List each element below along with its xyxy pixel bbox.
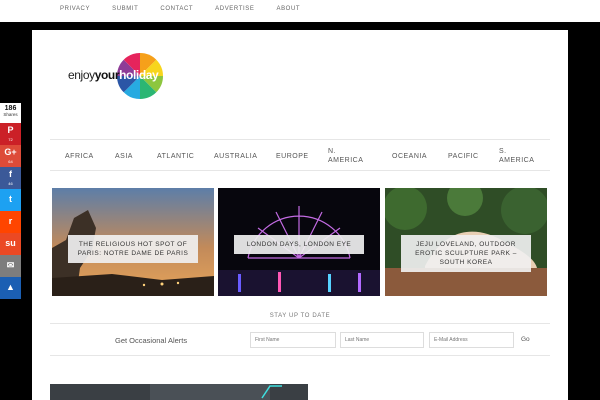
twitter-share-button[interactable]: t	[0, 189, 21, 211]
card-caption[interactable]: THE RELIGIOUS HOT SPOT OF PARIS: NOTRE D…	[68, 235, 198, 263]
featured-card-jeju[interactable]: JEJU LOVELAND, OUTDOOR EROTIC SCULPTURE …	[385, 188, 547, 296]
share-count-pinterest: 72	[8, 137, 13, 142]
top-nav-about[interactable]: ABOUT	[276, 6, 300, 12]
top-nav-submit[interactable]: SUBMIT	[112, 6, 138, 12]
category-asia[interactable]: ASIA	[115, 152, 133, 161]
email-field[interactable]	[429, 332, 514, 348]
share-count-facebook: 46	[8, 181, 13, 186]
top-nav-privacy[interactable]: PRIVACY	[60, 6, 90, 12]
sumome-icon: ▲	[6, 282, 15, 292]
reddit-share-button[interactable]: r	[0, 211, 21, 233]
card-caption[interactable]: LONDON DAYS, LONDON EYE	[234, 235, 364, 254]
googleplus-share-button[interactable]: G+ 64	[0, 145, 21, 167]
category-africa[interactable]: AFRICA	[65, 152, 94, 161]
card-caption[interactable]: JEJU LOVELAND, OUTDOOR EROTIC SCULPTURE …	[401, 235, 531, 272]
share-count: 186 Shares	[0, 103, 21, 123]
email-icon: ✉	[6, 260, 15, 270]
category-n-america[interactable]: N. AMERICA	[328, 147, 363, 165]
top-nav-advertise[interactable]: ADVERTISE	[215, 6, 254, 12]
category-australia[interactable]: AUSTRALIA	[214, 152, 257, 161]
promo-image[interactable]	[50, 384, 308, 400]
category-s-america[interactable]: S. AMERICA	[499, 147, 534, 165]
reddit-icon: r	[8, 216, 13, 226]
share-sidebar: 186 Shares P 72 G+ 64 f 46 t r su ✉ ▲	[0, 103, 21, 299]
last-name-field[interactable]	[340, 332, 424, 348]
share-total: 186	[4, 105, 17, 112]
site-logo[interactable]: enjoyyourholiday	[68, 52, 168, 102]
email-share-button[interactable]: ✉	[0, 255, 21, 277]
category-oceania[interactable]: OCEANIA	[392, 152, 427, 161]
category-atlantic[interactable]: ATLANTIC	[157, 152, 194, 161]
newsletter-label: Get Occasional Alerts	[115, 336, 188, 345]
top-bar: PRIVACY SUBMIT CONTACT ADVERTISE ABOUT	[0, 0, 600, 22]
googleplus-icon: G+	[4, 147, 17, 157]
newsletter-heading-bar: STAY UP TO DATE	[50, 310, 550, 324]
featured-card-paris[interactable]: THE RELIGIOUS HOT SPOT OF PARIS: NOTRE D…	[52, 188, 214, 296]
share-count-googleplus: 64	[8, 159, 13, 164]
category-europe[interactable]: EUROPE	[276, 152, 309, 161]
stumbleupon-icon: su	[5, 238, 16, 248]
share-total-label: Shares	[3, 112, 18, 117]
facebook-icon: f	[9, 169, 12, 179]
category-nav: AFRICA ASIA ATLANTIC AUSTRALIA EUROPE N.…	[50, 139, 550, 171]
top-nav-contact[interactable]: CONTACT	[160, 6, 193, 12]
facebook-share-button[interactable]: f 46	[0, 167, 21, 189]
newsletter-heading: STAY UP TO DATE	[269, 313, 331, 319]
first-name-field[interactable]	[250, 332, 336, 348]
logo-text: enjoyyourholiday	[68, 68, 159, 82]
category-pacific[interactable]: PACIFIC	[448, 152, 479, 161]
pinterest-share-button[interactable]: P 72	[0, 123, 21, 145]
divider	[50, 355, 550, 356]
stumbleupon-share-button[interactable]: su	[0, 233, 21, 255]
twitter-icon: t	[9, 194, 12, 204]
featured-card-london[interactable]: LONDON DAYS, LONDON EYE	[218, 188, 380, 296]
newsletter-submit-button[interactable]: Go	[521, 336, 530, 343]
promo-photo	[50, 384, 308, 400]
sumome-share-button[interactable]: ▲	[0, 277, 21, 299]
pinterest-icon: P	[7, 125, 14, 135]
top-nav: PRIVACY SUBMIT CONTACT ADVERTISE ABOUT	[60, 6, 322, 12]
